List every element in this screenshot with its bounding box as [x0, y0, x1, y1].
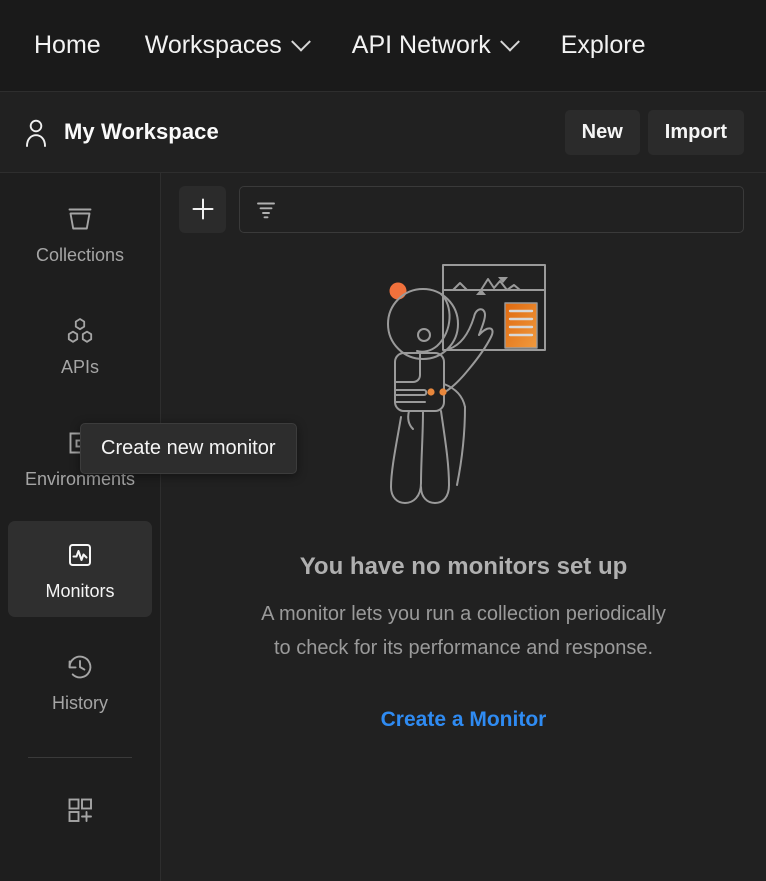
collections-icon: [63, 202, 97, 236]
sidebar-item-monitors[interactable]: Monitors: [8, 521, 152, 617]
import-button[interactable]: Import: [647, 109, 744, 155]
app-body: Collections APIs Environments Monitors H…: [0, 173, 766, 881]
sidebar-divider: [28, 757, 132, 758]
nav-item-home[interactable]: Home: [34, 31, 101, 60]
workspace-title: My Workspace: [64, 119, 219, 144]
monitors-icon: [63, 538, 97, 572]
new-button[interactable]: New: [564, 109, 640, 155]
create-new-monitor-button[interactable]: [179, 185, 226, 233]
sidebar-item-label: History: [51, 693, 108, 713]
workspace-actions: New Import: [564, 109, 744, 155]
monitors-pane: You have no monitors set up A monitor le…: [161, 173, 766, 881]
tooltip-create-new-monitor: Create new monitor: [80, 423, 297, 474]
history-icon: [63, 650, 97, 684]
monitors-filter-input[interactable]: [239, 185, 744, 233]
nav-item-label: Explore: [560, 31, 646, 59]
create-a-monitor-link[interactable]: Create a Monitor: [381, 708, 547, 732]
sidebar-item-collections[interactable]: Collections: [8, 185, 152, 281]
person-icon: [22, 117, 50, 147]
filter-sort-icon: [254, 197, 278, 221]
top-navigation-bar: Home Workspaces API Network Explore: [0, 0, 766, 92]
monitors-toolbar: [161, 173, 766, 245]
astronaut-monitor-dashboard-illustration: [357, 261, 571, 523]
left-sidebar: Collections APIs Environments Monitors H…: [0, 173, 297, 881]
empty-state-description-line2: to check for its performance and respons…: [273, 637, 654, 660]
sidebar-item-label: APIs: [60, 357, 99, 377]
empty-state-title: You have no monitors set up: [299, 553, 628, 580]
add-apps-grid-icon: [63, 793, 97, 827]
sidebar-add-apps-button[interactable]: [8, 780, 152, 840]
chevron-down-icon: [290, 31, 311, 52]
empty-state-description-line1: A monitor lets you run a collection peri…: [261, 603, 666, 625]
empty-state-description: A monitor lets you run a collection peri…: [261, 597, 666, 666]
sidebar-item-history[interactable]: History: [8, 633, 152, 729]
monitors-empty-state: You have no monitors set up A monitor le…: [161, 245, 766, 881]
nav-item-label: API Network: [351, 31, 491, 59]
plus-icon: [190, 196, 216, 222]
nav-item-label: Home: [34, 31, 101, 59]
workspace-header-bar: My Workspace New Import: [0, 92, 766, 173]
nav-item-explore[interactable]: Explore: [561, 31, 646, 60]
nav-item-api-network[interactable]: API Network: [351, 31, 520, 60]
apis-icon: [63, 314, 97, 348]
workspace-identity[interactable]: My Workspace: [22, 117, 219, 147]
nav-item-label: Workspaces: [144, 31, 282, 59]
sidebar-item-label: Monitors: [45, 581, 115, 601]
sidebar-item-label: Collections: [35, 245, 125, 265]
nav-item-workspaces[interactable]: Workspaces: [144, 31, 311, 60]
sidebar-item-apis[interactable]: APIs: [8, 297, 152, 393]
chevron-down-icon: [499, 31, 520, 52]
